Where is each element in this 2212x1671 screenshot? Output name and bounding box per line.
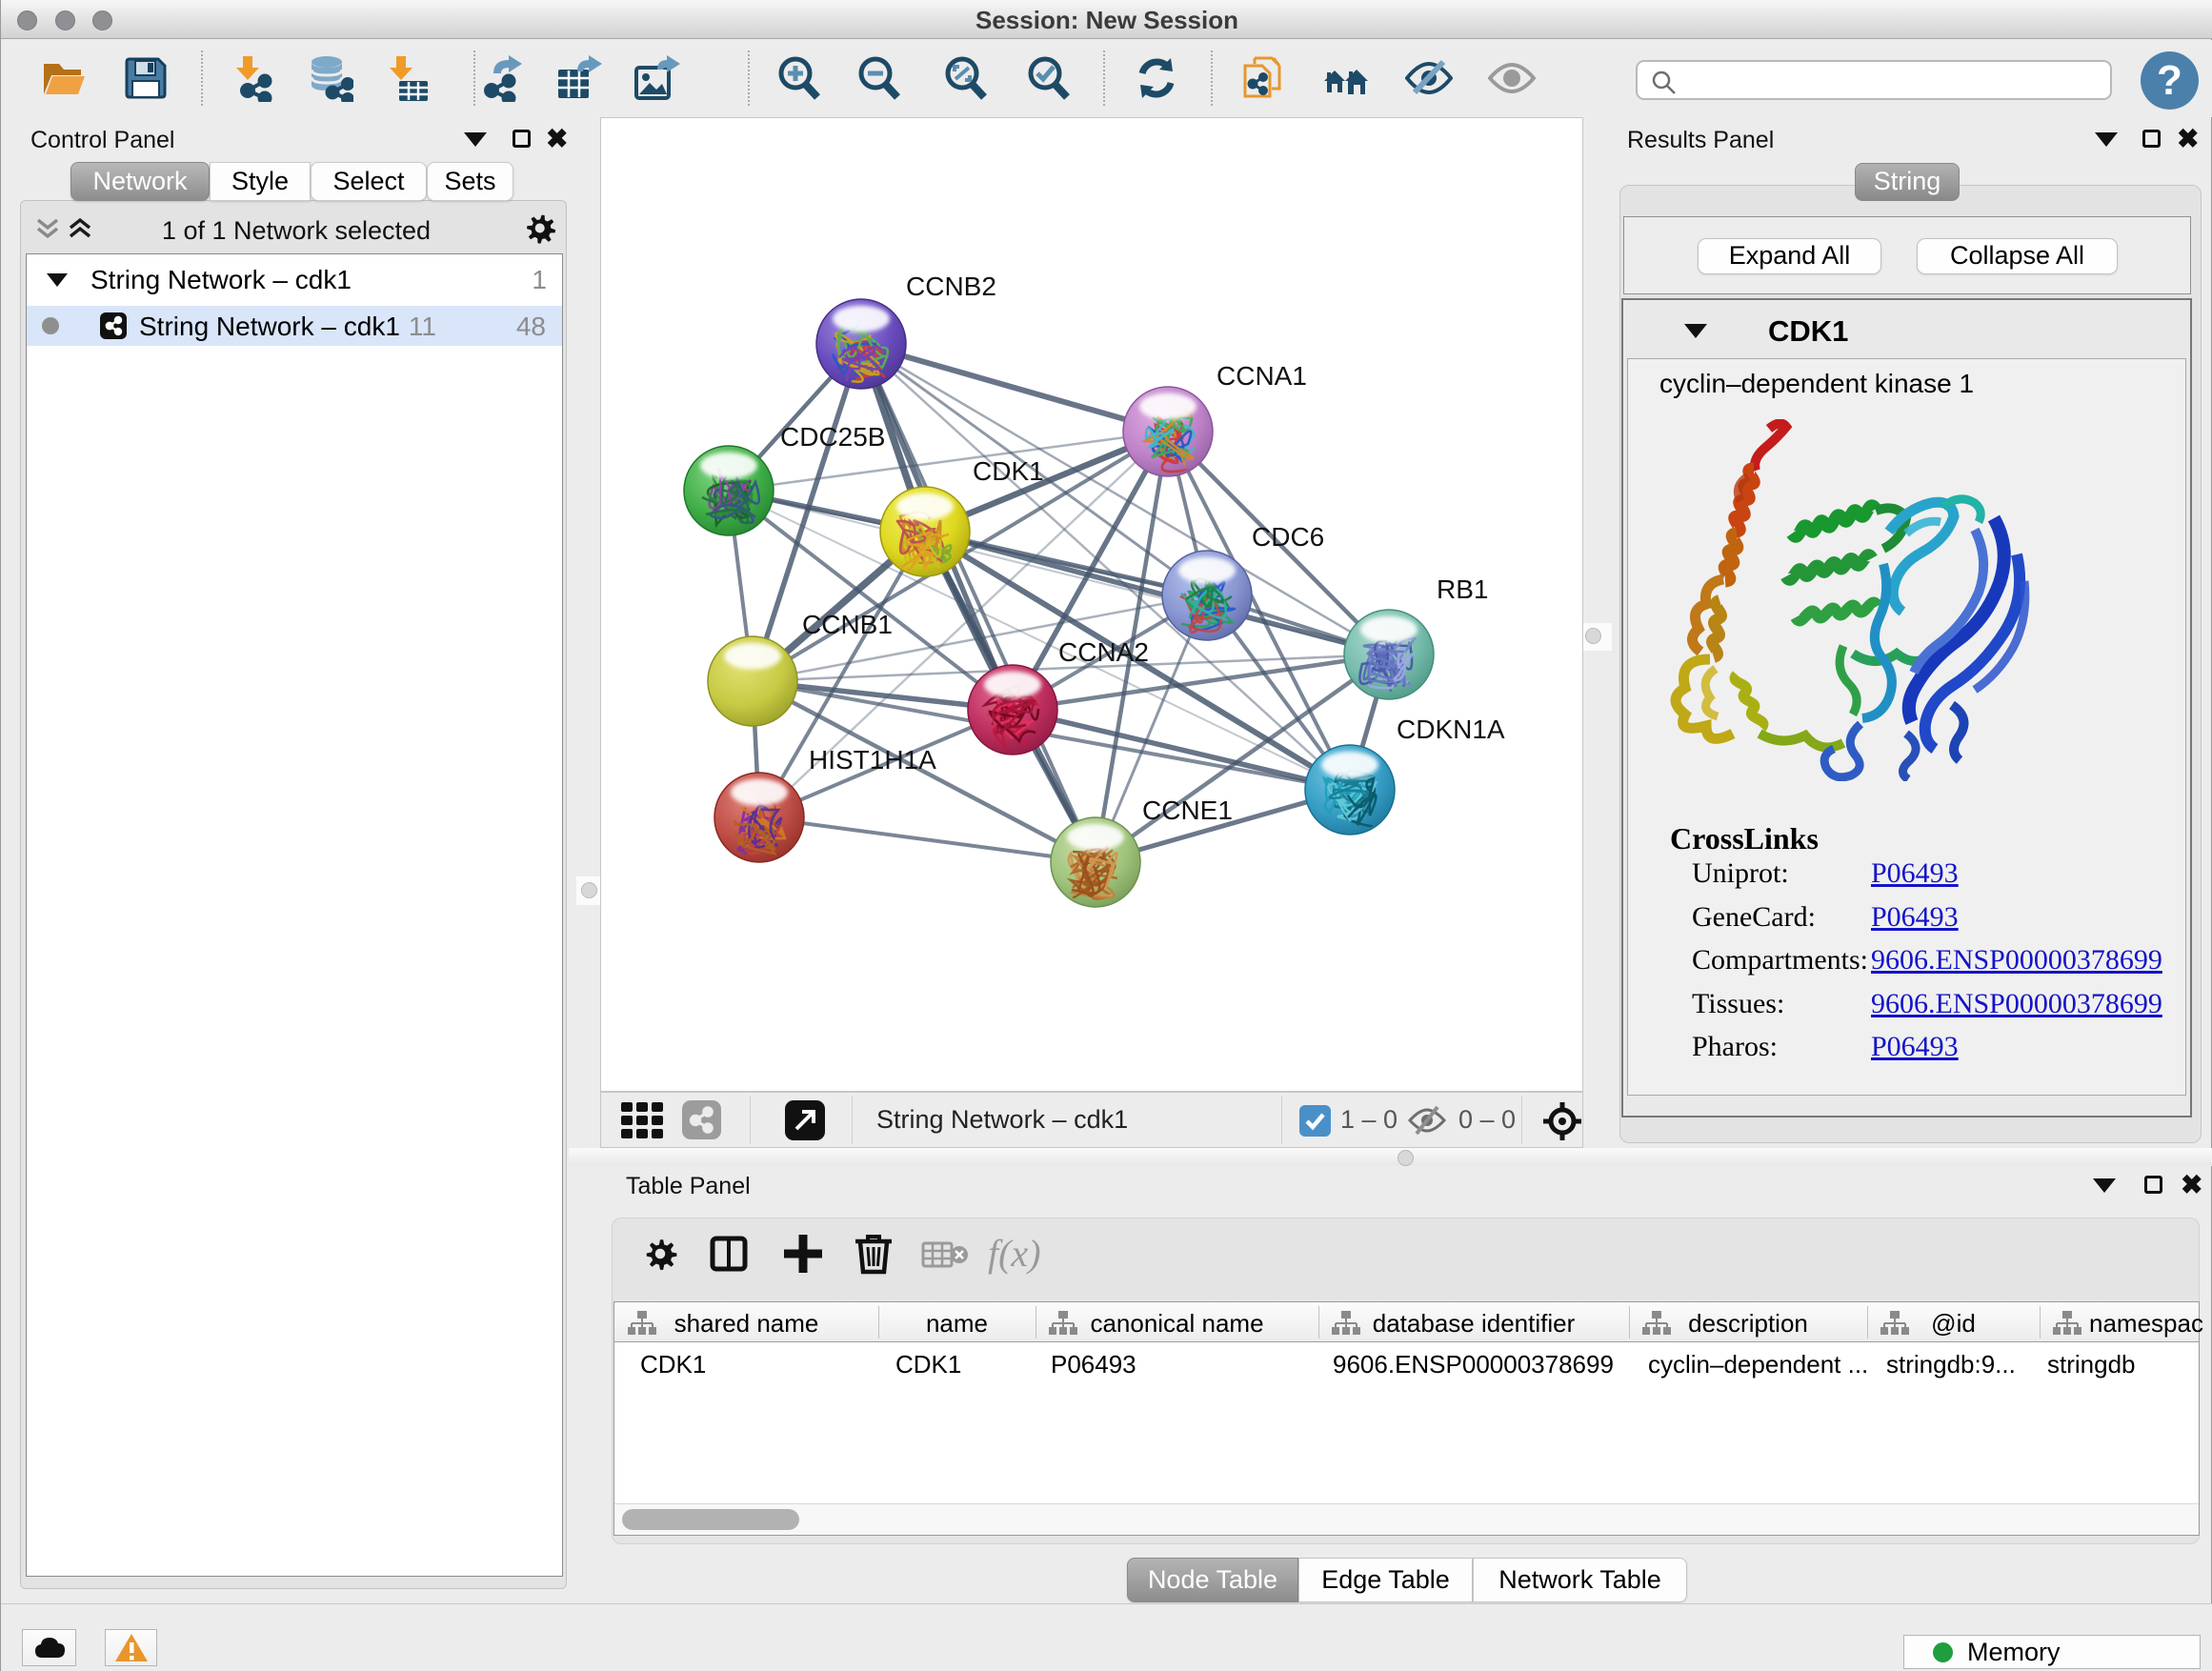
svg-text:HIST1H1A: HIST1H1A (809, 745, 936, 775)
svg-text:CCNA2: CCNA2 (1058, 637, 1149, 667)
svg-text:CDK1: CDK1 (973, 456, 1044, 486)
svg-text:CCNA1: CCNA1 (1217, 361, 1307, 391)
svg-text:CDKN1A: CDKN1A (1397, 715, 1505, 744)
svg-text:CDC6: CDC6 (1252, 522, 1324, 552)
svg-text:CCNE1: CCNE1 (1142, 795, 1233, 825)
svg-text:CCNB1: CCNB1 (802, 610, 893, 639)
svg-text:RB1: RB1 (1437, 574, 1488, 604)
svg-text:CCNB2: CCNB2 (906, 272, 996, 301)
svg-text:CDC25B: CDC25B (780, 422, 885, 452)
